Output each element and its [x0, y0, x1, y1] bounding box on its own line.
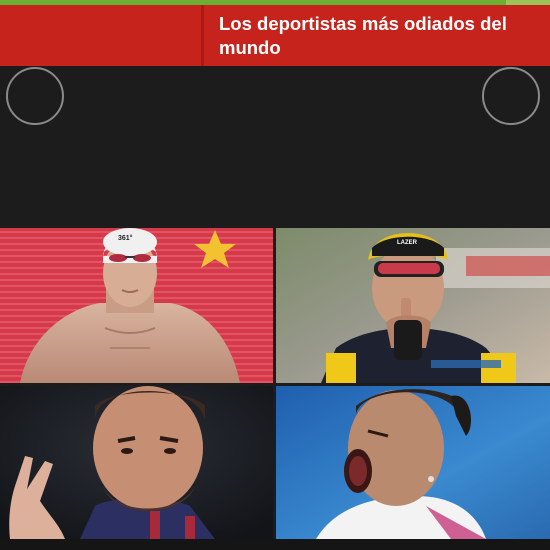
header-bar: Los deportistas más odiados del mundo [0, 5, 550, 66]
swimmer-photo[interactable]: 361° [0, 228, 273, 383]
prev-circle-button[interactable] [6, 67, 64, 125]
photo-grid: 361° LAZER [0, 228, 550, 539]
header-left-panel[interactable] [0, 5, 201, 66]
header-divider [201, 5, 204, 66]
helmet-logo-text: LAZER [397, 240, 418, 246]
page-title: Los deportistas más odiados del mundo [219, 13, 507, 58]
footballer-photo[interactable] [0, 386, 273, 539]
slider-area [0, 66, 550, 228]
cyclist-photo[interactable]: LAZER [276, 228, 550, 383]
bottom-strip [0, 539, 550, 550]
tennis-player-photo[interactable] [276, 386, 550, 539]
cap-logo-text: 361° [118, 234, 133, 242]
next-circle-button[interactable] [482, 67, 540, 125]
